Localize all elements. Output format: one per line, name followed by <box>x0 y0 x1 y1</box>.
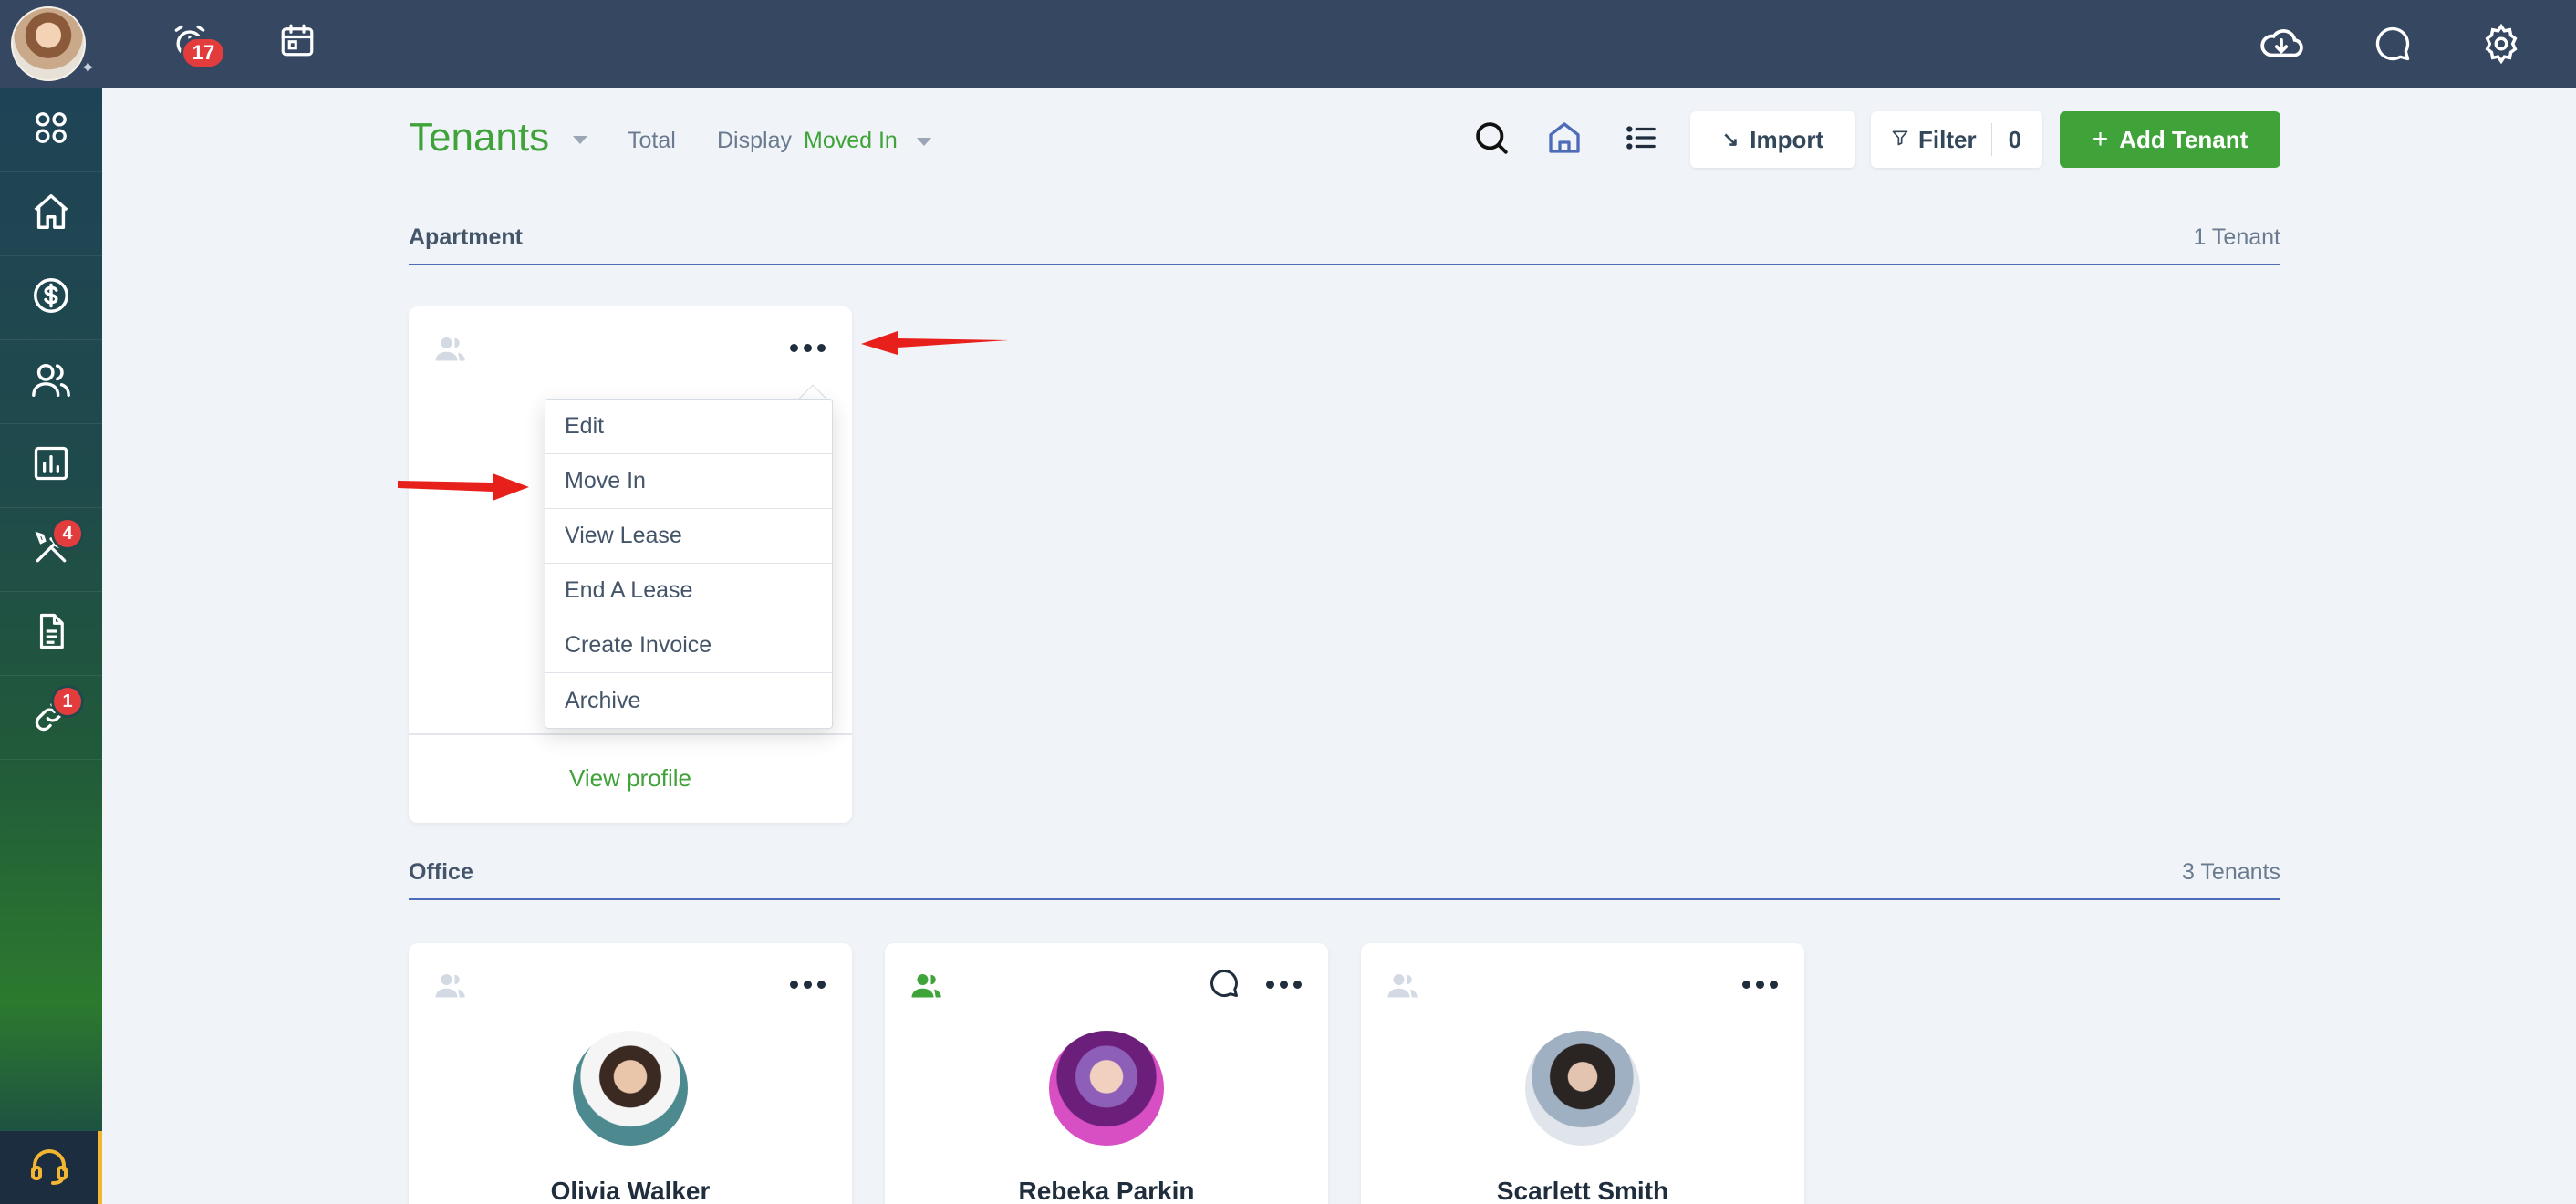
apps-grid-icon <box>31 108 71 152</box>
import-label: Import <box>1750 125 1824 153</box>
section-title-office: Office <box>409 859 473 885</box>
more-options-icon[interactable] <box>790 981 826 989</box>
card-divider <box>409 733 852 735</box>
people-icon <box>30 358 72 405</box>
tenant-name[interactable]: Scarlett Smith <box>1361 1177 1804 1204</box>
section-count-apartment: 1 Tenant <box>2193 224 2280 250</box>
support-button[interactable] <box>0 1131 102 1204</box>
display-value: Moved In <box>804 128 898 153</box>
menu-item-archive[interactable]: Archive <box>545 673 832 728</box>
chevron-down-icon <box>573 135 588 144</box>
sidebar-item-integrations[interactable]: 1 <box>0 676 102 760</box>
filter-icon <box>1891 126 1909 154</box>
menu-item-move-in[interactable]: Move In <box>545 454 832 509</box>
person-icon <box>910 969 943 1006</box>
tenant-card[interactable]: Olivia Walker <box>409 943 852 1204</box>
person-icon <box>434 332 467 369</box>
plus-icon: + <box>2092 124 2109 154</box>
search-icon[interactable] <box>1470 117 1512 159</box>
dollar-icon <box>30 275 72 321</box>
alarm-icon[interactable]: 17 <box>166 18 226 69</box>
sidebar-item-properties[interactable] <box>0 172 102 256</box>
menu-item-edit[interactable]: Edit <box>545 400 832 454</box>
annotation-arrow-icon <box>861 331 1009 355</box>
tenant-actions-menu: Edit Move In View Lease End A Lease Crea… <box>545 399 833 729</box>
page-title-text: Tenants <box>409 115 550 160</box>
menu-item-end-lease[interactable]: End A Lease <box>545 564 832 618</box>
menu-item-view-lease[interactable]: View Lease <box>545 509 832 564</box>
import-button[interactable]: ↘ Import <box>1690 111 1855 168</box>
gear-icon[interactable] <box>2476 18 2527 69</box>
card-view-icon[interactable] <box>1543 117 1585 159</box>
menu-item-create-invoice[interactable]: Create Invoice <box>545 618 832 673</box>
tenant-card[interactable]: Scarlett Smith <box>1361 943 1804 1204</box>
sidebar-item-documents[interactable] <box>0 592 102 676</box>
chevron-down-icon <box>916 137 931 146</box>
maintenance-badge: 4 <box>51 517 84 550</box>
avatar <box>573 1031 688 1146</box>
sidebar-item-maintenance[interactable]: 4 <box>0 508 102 592</box>
annotation-arrow-icon <box>398 473 529 501</box>
filter-button[interactable]: Filter 0 <box>1871 111 2042 168</box>
avatar <box>1049 1031 1164 1146</box>
total-label: Total <box>628 128 676 153</box>
add-tenant-button[interactable]: + Add Tenant <box>2060 111 2280 168</box>
person-icon <box>1387 969 1419 1006</box>
section-title-apartment: Apartment <box>409 224 524 250</box>
cloud-download-icon[interactable] <box>2256 18 2307 69</box>
sidebar-item-accounting[interactable] <box>0 256 102 340</box>
chat-icon[interactable] <box>2367 18 2418 69</box>
section-divider <box>409 898 2280 900</box>
more-options-icon[interactable] <box>790 344 826 352</box>
more-options-icon[interactable] <box>1266 981 1302 989</box>
filter-divider <box>1990 123 1992 156</box>
filter-count: 0 <box>2008 125 2022 153</box>
integrations-badge: 1 <box>51 685 84 718</box>
add-tenant-label: Add Tenant <box>2119 125 2249 153</box>
headset-icon <box>27 1144 71 1192</box>
document-icon <box>32 611 70 656</box>
person-icon <box>434 969 467 1006</box>
display-label: Display <box>717 128 792 153</box>
notifications-badge: 17 <box>181 36 226 69</box>
tenant-name[interactable]: Rebeka Parkin <box>885 1177 1328 1204</box>
import-arrow-icon: ↘ <box>1721 128 1740 150</box>
section-divider <box>409 264 2280 265</box>
view-profile-link[interactable]: View profile <box>409 764 852 793</box>
pin-icon: ✦ <box>80 58 96 78</box>
sidebar-item-people[interactable] <box>0 340 102 424</box>
more-options-icon[interactable] <box>1742 981 1778 989</box>
list-view-icon[interactable] <box>1620 117 1662 159</box>
avatar <box>1525 1031 1640 1146</box>
display-select[interactable]: Moved In <box>804 128 931 154</box>
user-avatar[interactable] <box>11 6 86 81</box>
calendar-icon[interactable] <box>274 16 321 64</box>
top-bar: ✦ 17 <box>0 0 2576 88</box>
sidebar-item-reports[interactable] <box>0 424 102 508</box>
chat-icon[interactable] <box>1208 967 1241 1004</box>
tenant-card[interactable]: Rebeka Parkin <box>885 943 1328 1204</box>
section-count-office: 3 Tenants <box>2182 859 2280 885</box>
filter-label: Filter <box>1918 125 1977 153</box>
sidebar-item-dashboard[interactable] <box>0 88 102 172</box>
reports-icon <box>31 443 71 488</box>
sidebar: 4 1 <box>0 88 102 1204</box>
page-title[interactable]: Tenants <box>409 115 588 161</box>
tenant-name[interactable]: Olivia Walker <box>409 1177 852 1204</box>
home-icon <box>30 191 72 237</box>
